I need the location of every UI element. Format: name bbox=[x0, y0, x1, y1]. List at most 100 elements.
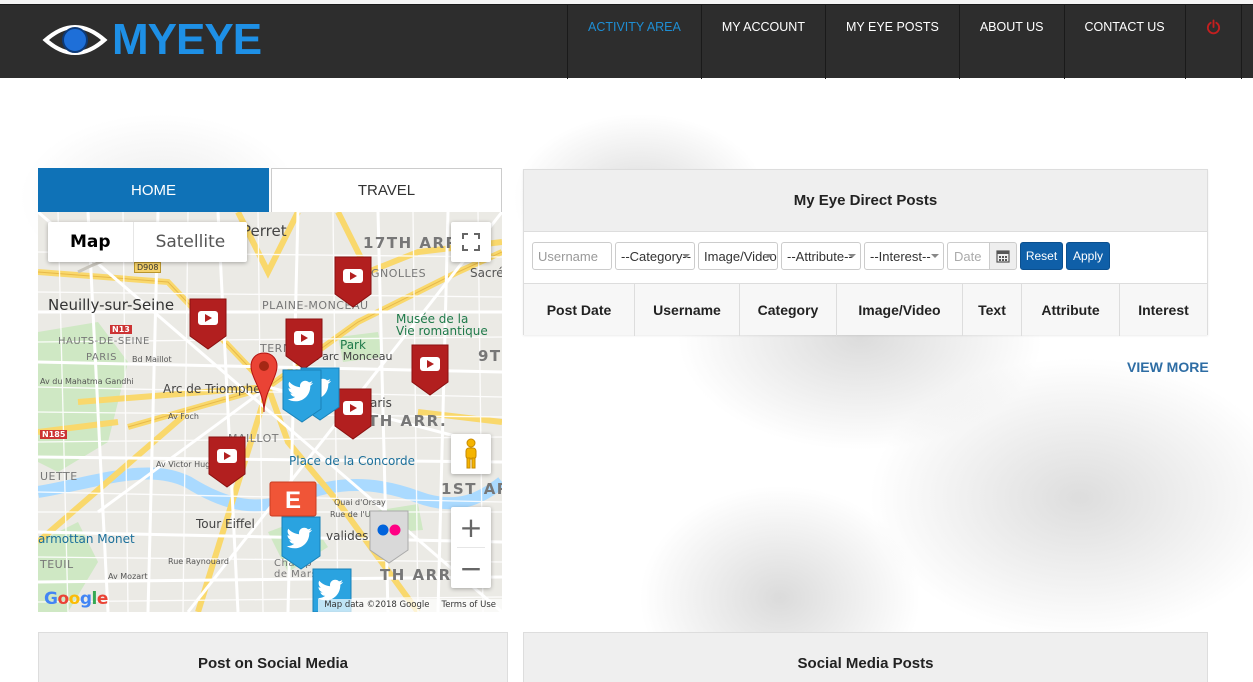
twitter-marker[interactable] bbox=[282, 369, 322, 423]
chevron-down-icon bbox=[931, 254, 939, 258]
fullscreen-icon bbox=[462, 233, 480, 251]
youtube-marker[interactable] bbox=[208, 436, 246, 488]
card-title: Post on Social Media bbox=[197, 655, 349, 672]
map-data-text: Map data ©2018 Google bbox=[324, 600, 430, 610]
map-label: GNOLLES bbox=[371, 267, 427, 280]
view-more-link[interactable]: VIEW MORE bbox=[1127, 359, 1209, 375]
username-input[interactable]: Username bbox=[532, 242, 612, 270]
nav-activity-area[interactable]: ACTIVITY AREA bbox=[567, 5, 701, 79]
nav-my-account[interactable]: MY ACCOUNT bbox=[700, 5, 825, 79]
column-header[interactable]: Post Date bbox=[524, 284, 635, 336]
map-label: de Mars bbox=[274, 569, 318, 580]
map-label: HAUTS-DE-SEINE bbox=[58, 336, 150, 347]
map-label: TEUIL bbox=[40, 558, 74, 571]
map-label: 9T bbox=[478, 347, 502, 365]
column-header[interactable]: Username bbox=[635, 284, 740, 336]
map-label: Sacré bbox=[470, 266, 502, 280]
map-label: TH ARR. bbox=[368, 412, 448, 430]
column-header[interactable]: Attribute bbox=[1022, 284, 1120, 336]
column-header[interactable]: Image/Video bbox=[837, 284, 963, 336]
map-label: Parc Monceau bbox=[316, 350, 393, 363]
column-header[interactable]: Text bbox=[963, 284, 1022, 336]
column-header[interactable]: Category bbox=[740, 284, 837, 336]
map-label: Vie romantique bbox=[396, 324, 488, 338]
zoom-in-button[interactable]: + bbox=[451, 507, 491, 547]
map-label: aris bbox=[370, 396, 392, 410]
chevron-down-icon bbox=[682, 254, 690, 258]
youtube-marker[interactable] bbox=[334, 256, 372, 308]
card-title: Social Media Posts bbox=[797, 655, 934, 672]
map-label: 1ST AR bbox=[441, 480, 502, 498]
nav-menu: ACTIVITY AREA MY ACCOUNT MY EYE POSTS AB… bbox=[567, 5, 1242, 79]
calendar-button[interactable] bbox=[989, 242, 1017, 270]
map-label: Neuilly-sur-Seine bbox=[48, 296, 175, 314]
flickr-marker[interactable] bbox=[369, 510, 409, 564]
map-label: Av Victor Hugo bbox=[156, 460, 216, 469]
nav-my-eye-posts[interactable]: MY EYE POSTS bbox=[824, 5, 959, 79]
posts-table-header: Post Date Username Category Image/Video … bbox=[524, 283, 1207, 336]
eventbrite-marker[interactable]: E bbox=[269, 481, 317, 517]
social-media-posts-card: Social Media Posts bbox=[523, 632, 1208, 682]
category-select-value: --Category-- bbox=[621, 248, 692, 264]
map-label: Place de la Concorde bbox=[289, 454, 416, 468]
logout-button[interactable] bbox=[1184, 5, 1242, 79]
twitter-marker[interactable] bbox=[281, 516, 321, 570]
fullscreen-button[interactable] bbox=[451, 222, 491, 262]
nav-about-us[interactable]: ABOUT US bbox=[958, 5, 1064, 79]
youtube-marker[interactable] bbox=[189, 298, 227, 350]
panel-title: My Eye Direct Posts bbox=[524, 170, 1207, 232]
tab-home[interactable]: HOME bbox=[38, 168, 269, 213]
attribute-select[interactable]: --Attribute-- bbox=[781, 242, 861, 270]
chevron-down-icon bbox=[765, 254, 773, 258]
top-navbar: MYEYE ACTIVITY AREA MY ACCOUNT MY EYE PO… bbox=[0, 4, 1253, 79]
chevron-down-icon bbox=[848, 254, 856, 258]
map-label: armottan Monet bbox=[38, 532, 135, 546]
zoom-control: + − bbox=[451, 507, 491, 588]
attribute-select-value: --Attribute-- bbox=[787, 248, 853, 264]
map-label: valides bbox=[326, 529, 369, 543]
map-label: Arc de Triomphe bbox=[163, 382, 261, 396]
interest-select[interactable]: --Interest-- bbox=[864, 242, 944, 270]
interest-select-value: --Interest-- bbox=[870, 248, 931, 264]
street-view-pegman[interactable] bbox=[451, 434, 491, 474]
terms-of-use-link[interactable]: Terms of Use bbox=[441, 600, 496, 611]
map-label: Rue Raynouard bbox=[168, 557, 229, 566]
map-label: Tour Eiffel bbox=[196, 517, 255, 531]
map-label: TH ARR. bbox=[380, 566, 460, 584]
nav-contact-us[interactable]: CONTACT US bbox=[1063, 5, 1185, 79]
map-type-map-button[interactable]: Map bbox=[48, 222, 133, 262]
calendar-icon bbox=[996, 250, 1010, 263]
map-label: Bd Maillot bbox=[132, 355, 172, 364]
date-picker: Date bbox=[947, 242, 1017, 270]
pegman-icon bbox=[465, 438, 477, 469]
logo-text: MYEYE bbox=[112, 15, 262, 64]
image-video-select[interactable]: Image/Video bbox=[698, 242, 778, 270]
filter-bar: Username --Category-- Image/Video --Attr… bbox=[532, 242, 1110, 270]
youtube-marker[interactable] bbox=[411, 344, 449, 396]
map-label: PARIS bbox=[86, 352, 117, 363]
tab-travel[interactable]: TRAVEL bbox=[271, 168, 502, 213]
reset-button[interactable]: Reset bbox=[1020, 242, 1063, 270]
map-tabs: HOME TRAVEL bbox=[38, 168, 502, 213]
youtube-marker[interactable] bbox=[285, 318, 323, 370]
location-pin-marker[interactable] bbox=[250, 352, 278, 412]
date-input[interactable]: Date bbox=[947, 242, 989, 270]
map-label: Av Mozart bbox=[108, 572, 148, 581]
road-sign: N13 bbox=[110, 325, 132, 334]
map-label: Av Foch bbox=[168, 412, 199, 421]
direct-posts-panel: My Eye Direct Posts Username --Category-… bbox=[523, 169, 1208, 336]
zoom-out-button[interactable]: − bbox=[451, 548, 491, 588]
map-label: UETTE bbox=[40, 470, 78, 483]
apply-button[interactable]: Apply bbox=[1066, 242, 1110, 270]
column-header[interactable]: Interest bbox=[1120, 284, 1207, 336]
eye-logo-icon bbox=[42, 25, 108, 55]
eventbrite-letter: E bbox=[285, 487, 301, 514]
map-label: Quai d'Orsay bbox=[334, 498, 386, 507]
logo[interactable]: MYEYE bbox=[42, 14, 262, 66]
map-label: Perret bbox=[242, 222, 287, 240]
road-sign: N185 bbox=[40, 430, 68, 439]
map-type-satellite-button[interactable]: Satellite bbox=[132, 222, 248, 262]
map-label: Av du Mahatma Gandhi bbox=[40, 377, 134, 386]
google-map[interactable]: Perret 17TH ARR. GNOLLES Sacré D908 Neui… bbox=[38, 212, 502, 612]
category-select[interactable]: --Category-- bbox=[615, 242, 695, 270]
